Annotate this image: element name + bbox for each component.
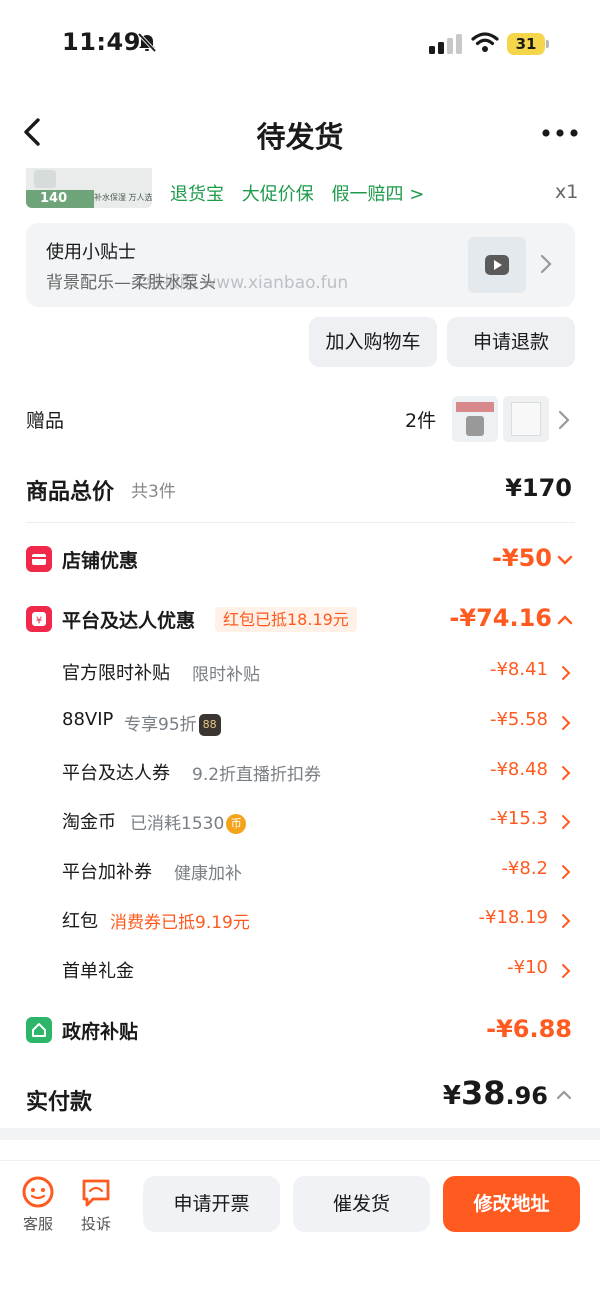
coupon-icon: ¥ [26,606,52,632]
discount-item-name: 淘金币 [62,812,116,833]
discount-item-value: -¥8.48 [489,759,548,780]
service-tags[interactable]: 退货宝 大促价保 假一赔四 > [170,180,436,206]
battery-icon: 31 [507,33,549,55]
divider [26,522,575,523]
paid-integer: 38 [460,1074,506,1112]
chevron-right-icon [562,766,571,780]
discount-item-value: -¥8.2 [501,858,548,879]
coin-icon: 币 [226,814,247,834]
bell-muted-icon [137,32,157,53]
chevron-right-icon[interactable] [557,409,571,431]
platform-discount-value[interactable]: -¥74.16 [449,604,552,632]
discount-item-note: 专享95折 88 [124,710,221,736]
navigation-bar: 待发货 [0,100,600,164]
chevron-right-icon [562,666,571,680]
request-refund-button[interactable]: 申请退款 [447,317,575,367]
chevron-right-icon [562,914,571,928]
discount-item-name: 首单礼金 [62,961,134,982]
chevron-up-icon[interactable] [555,1088,573,1102]
gov-subsidy-icon [26,1017,52,1043]
gift-thumbnail[interactable] [503,396,549,442]
total-price-value: ¥170 [505,474,572,502]
store-icon [26,546,52,572]
discount-item-value: -¥15.3 [489,808,548,829]
gov-subsidy-value: -¥6.88 [486,1015,572,1043]
cellular-signal-icon [429,34,462,54]
urge-shipment-button[interactable]: 催发货 [293,1176,430,1232]
status-bar: 11:49 31 [0,0,600,90]
watermark-text: 线报酷 www.xianbao.fun [146,273,349,293]
discount-item-note: 消费券已抵9.19元 [110,913,250,933]
discount-item-value: -¥8.41 [489,659,548,680]
page-title: 待发货 [256,120,344,154]
service-tag-return: 退货宝 [170,184,224,205]
discount-item-platform-extra-coupon[interactable]: 平台加补券 健康加补 -¥8.2 [62,856,576,886]
status-time: 11:49 [62,28,141,56]
complaint-label[interactable]: 投诉 [81,1213,111,1234]
paid-amount-label: 实付款 [26,1090,93,1115]
total-item-count: 共3件 [131,482,176,502]
bottom-action-bar: 客服 投诉 申请开票 催发货 修改地址 [0,1160,600,1300]
product-tagline: 补水保湿 万人选择 [94,193,152,202]
discount-item-taojinbi[interactable]: 淘金币 已消耗1530 币 -¥15.3 [62,806,576,836]
discount-item-red-packet[interactable]: 红包 消费券已抵9.19元 -¥18.19 [62,905,576,935]
discount-item-official-subsidy[interactable]: 官方限时补贴 限时补贴 -¥8.41 [62,657,576,687]
more-options-icon[interactable] [540,128,580,138]
change-address-button[interactable]: 修改地址 [443,1176,580,1232]
total-price-label: 商品总价 [26,480,115,505]
store-discount-label: 店铺优惠 [62,550,139,572]
add-to-cart-button[interactable]: 加入购物车 [309,317,437,367]
service-tag-price-protect: 大促价保 [241,184,314,205]
paid-decimal: .96 [505,1082,548,1110]
chevron-right-icon [562,716,571,730]
usage-tip-card[interactable]: 使用小贴士 背景配乐—柔肤水泵头 线报酷 www.xianbao.fun [26,223,575,307]
complaint-icon[interactable] [79,1175,113,1209]
gift-count[interactable]: 2件 [405,406,436,433]
discount-item-first-order-gift[interactable]: 首单礼金 -¥10 [62,955,576,985]
chevron-right-icon [562,815,571,829]
product-price-tag: 140 [26,190,94,208]
discount-item-name: 红包 [62,911,98,932]
customer-service-label[interactable]: 客服 [23,1213,53,1234]
gift-label: 赠品 [26,410,65,432]
gift-thumbnail[interactable] [452,396,498,442]
discount-item-note: 限时补贴 [192,665,260,685]
wifi-icon [471,32,499,52]
discount-item-value: -¥10 [507,957,548,978]
play-icon [485,255,509,275]
store-discount-value[interactable]: -¥50 [492,544,552,572]
section-separator [0,1128,600,1140]
paid-amount-value[interactable]: ¥38.96 [443,1074,548,1112]
svg-text:¥: ¥ [36,616,42,627]
product-quantity: x1 [555,181,579,203]
discount-item-name: 平台及达人券 [62,763,170,784]
customer-service-icon[interactable] [21,1175,55,1209]
vip-88-badge: 88 [198,714,221,736]
discount-item-88vip[interactable]: 88VIP 专享95折 88 -¥5.58 [62,707,576,737]
discount-item-note: 健康加补 [174,864,242,884]
red-packet-badge: 红包已抵18.19元 [215,607,357,632]
discount-item-note: 已消耗1530 币 [130,809,247,834]
gov-subsidy-label: 政府补贴 [62,1021,139,1043]
paid-currency: ¥ [442,1081,461,1111]
tip-title: 使用小贴士 [46,242,136,263]
discount-item-value: -¥18.19 [478,907,548,928]
discount-item-name: 88VIP [62,709,114,730]
platform-discount-label: 平台及达人优惠 [62,610,196,632]
discount-item-value: -¥5.58 [489,709,548,730]
discount-item-name: 平台加补券 [62,862,152,883]
service-tag-fake-compensation: 假一赔四 > [331,184,425,205]
product-thumbnail[interactable]: 140 补水保湿 万人选择 [26,168,152,208]
battery-level: 31 [507,33,545,55]
chevron-right-icon [540,254,552,274]
tip-video-thumbnail[interactable] [468,237,526,293]
chevron-right-icon [562,964,571,978]
request-invoice-button[interactable]: 申请开票 [143,1176,280,1232]
discount-item-platform-coupon[interactable]: 平台及达人券 9.2折直播折扣券 -¥8.48 [62,757,576,787]
chevron-up-icon[interactable] [556,611,574,629]
discount-item-name: 官方限时补贴 [62,663,170,684]
chevron-right-icon [562,865,571,879]
discount-item-note: 9.2折直播折扣券 [192,765,322,785]
chevron-down-icon[interactable] [556,551,574,569]
